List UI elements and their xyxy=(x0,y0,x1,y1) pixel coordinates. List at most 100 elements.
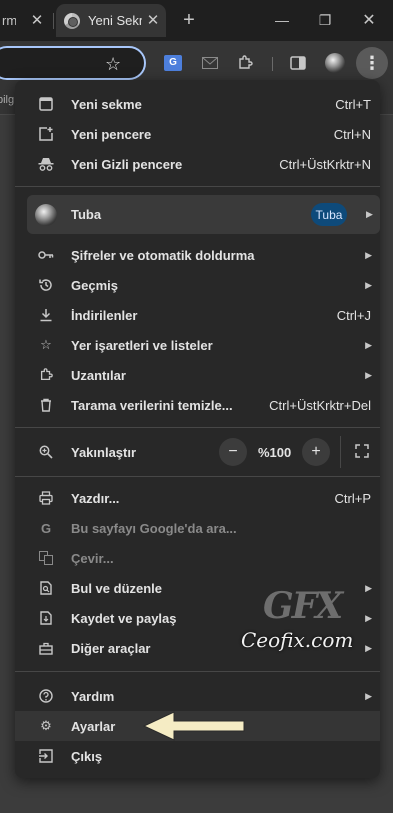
chevron-right-icon: ▶ xyxy=(365,279,372,290)
translate-icon[interactable]: G xyxy=(161,51,185,75)
annotation-arrow-icon xyxy=(142,711,245,741)
avatar xyxy=(35,204,57,226)
profile-badge: Tuba xyxy=(311,203,347,226)
toolbox-icon xyxy=(38,640,54,656)
menu-item-bookmarks[interactable]: ☆ Yer işaretleri ve listeler ▶ xyxy=(15,330,380,360)
menu-item-label: Uzantılar xyxy=(71,367,126,383)
zoom-in-button[interactable]: + xyxy=(302,438,330,466)
menu-item-translate[interactable]: Çevir... xyxy=(15,543,380,573)
shortcut: Ctrl+N xyxy=(333,126,371,142)
menu-divider xyxy=(15,671,380,672)
menu-item-find-edit[interactable]: Bul ve düzenle ▶ xyxy=(15,573,380,603)
chevron-right-icon: ▶ xyxy=(365,612,372,623)
menu-item-label: İndirilenler xyxy=(71,307,138,323)
menu-item-more-tools[interactable]: Diğer araçlar ▶ xyxy=(15,633,380,663)
zoom-out-button[interactable]: − xyxy=(219,438,247,466)
toolbar: ☆ G ⋮ xyxy=(0,41,393,85)
exit-icon xyxy=(38,748,54,764)
chevron-right-icon: ▶ xyxy=(365,582,372,593)
new-tab-button[interactable]: + xyxy=(178,9,200,31)
close-icon[interactable]: ✕ xyxy=(144,11,162,29)
menu-item-help[interactable]: Yardım ▶ xyxy=(15,681,380,711)
toolbar-divider xyxy=(272,57,273,71)
chevron-right-icon: ▶ xyxy=(365,690,372,701)
menu-item-search-google[interactable]: G Bu sayfayı Google'da ara... xyxy=(15,513,380,543)
gear-icon: ⚙ xyxy=(40,718,52,733)
tab-title: Yeni Sekme xyxy=(88,13,142,28)
save-share-icon xyxy=(38,610,54,626)
kebab-menu-icon[interactable]: ⋮ xyxy=(356,47,388,79)
tab-previous[interactable]: rma ✕ xyxy=(0,4,52,37)
extensions-icon xyxy=(38,367,54,383)
zoom-divider xyxy=(340,436,341,468)
zoom-label: Yakınlaştır xyxy=(71,445,137,460)
new-window-icon xyxy=(38,126,54,142)
zoom-row: Yakınlaştır − %100 + xyxy=(15,434,380,470)
menu-item-label: Kaydet ve paylaş xyxy=(71,610,177,626)
menu-item-label: Tarama verilerini temizle... xyxy=(71,397,233,413)
close-icon[interactable]: ✕ xyxy=(28,11,46,29)
tab-active[interactable]: Yeni Sekme ✕ xyxy=(56,4,166,37)
menu-item-passwords[interactable]: Şifreler ve otomatik doldurma ▶ xyxy=(15,240,380,270)
fullscreen-icon[interactable] xyxy=(355,444,371,460)
new-tab-icon xyxy=(38,96,54,112)
menu-item-extensions[interactable]: Uzantılar ▶ xyxy=(15,360,380,390)
chevron-right-icon: ▶ xyxy=(365,339,372,350)
mail-icon[interactable] xyxy=(198,51,222,75)
menu-item-incognito[interactable]: Yeni Gizli pencere Ctrl+ÜstKrktr+N xyxy=(15,149,380,179)
menu-item-clear-browsing-data[interactable]: Tarama verilerini temizle... Ctrl+ÜstKrk… xyxy=(15,390,380,420)
menu-item-label: Yeni Gizli pencere xyxy=(71,156,183,172)
side-panel-icon[interactable] xyxy=(286,51,310,75)
menu-item-downloads[interactable]: İndirilenler Ctrl+J xyxy=(15,300,380,330)
minimize-button[interactable]: — xyxy=(270,8,294,32)
help-icon xyxy=(38,688,54,704)
menu-item-new-window[interactable]: Yeni pencere Ctrl+N xyxy=(15,119,380,149)
window-close-button[interactable]: ✕ xyxy=(357,8,381,32)
profile-row[interactable]: Tuba Tuba ▶ xyxy=(27,195,380,234)
shortcut: Ctrl+ÜstKrktr+Del xyxy=(269,397,371,413)
menu-item-exit[interactable]: Çıkış xyxy=(15,741,380,771)
extensions-icon[interactable] xyxy=(233,51,257,75)
history-icon xyxy=(38,277,54,293)
avatar xyxy=(325,53,345,73)
translate-icon xyxy=(38,550,54,566)
chevron-right-icon: ▶ xyxy=(365,642,372,653)
menu-item-label: Yeni sekme xyxy=(71,96,142,112)
chevron-right-icon: ▶ xyxy=(366,209,373,219)
bookmark-item[interactable]: bilg xyxy=(0,94,14,106)
menu-item-label: Yardım xyxy=(71,688,115,704)
address-bar[interactable]: ☆ xyxy=(0,46,146,80)
menu-item-label: Çevir... xyxy=(71,550,114,566)
tab-title: rma xyxy=(2,13,16,28)
chevron-right-icon: ▶ xyxy=(365,249,372,260)
menu-item-label: Yer işaretleri ve listeler xyxy=(71,337,213,353)
star-icon: ☆ xyxy=(40,337,52,352)
menu-item-new-tab[interactable]: Yeni sekme Ctrl+T xyxy=(15,89,380,119)
menu-item-save-share[interactable]: Kaydet ve paylaş ▶ xyxy=(15,603,380,633)
shortcut: Ctrl+P xyxy=(334,490,371,506)
maximize-button[interactable]: ❐ xyxy=(313,8,337,32)
printer-icon xyxy=(38,490,54,506)
menu-divider xyxy=(15,476,380,477)
menu-item-label: Şifreler ve otomatik doldurma xyxy=(71,247,255,263)
incognito-icon xyxy=(38,156,54,172)
trash-icon xyxy=(38,397,54,413)
menu-item-label: Bul ve düzenle xyxy=(71,580,163,596)
menu-item-history[interactable]: Geçmiş ▶ xyxy=(15,270,380,300)
google-icon: G xyxy=(40,520,52,536)
menu-divider xyxy=(15,186,380,187)
zoom-level: %100 xyxy=(258,445,292,460)
profile-name: Tuba xyxy=(71,207,102,222)
star-icon[interactable]: ☆ xyxy=(105,54,121,75)
chrome-icon xyxy=(64,12,80,29)
key-icon xyxy=(38,247,54,263)
menu-item-label: Ayarlar xyxy=(71,718,116,734)
menu-item-label: Yazdır... xyxy=(71,490,120,506)
menu-item-print[interactable]: Yazdır... Ctrl+P xyxy=(15,483,380,513)
chevron-right-icon: ▶ xyxy=(365,369,372,380)
menu-item-label: Bu sayfayı Google'da ara... xyxy=(71,520,237,536)
menu-item-label: Çıkış xyxy=(71,748,103,764)
tab-divider xyxy=(53,13,54,29)
profile-avatar-button[interactable] xyxy=(323,51,347,75)
chrome-menu: Yeni sekme Ctrl+T Yeni pencere Ctrl+N Ye… xyxy=(15,80,380,778)
